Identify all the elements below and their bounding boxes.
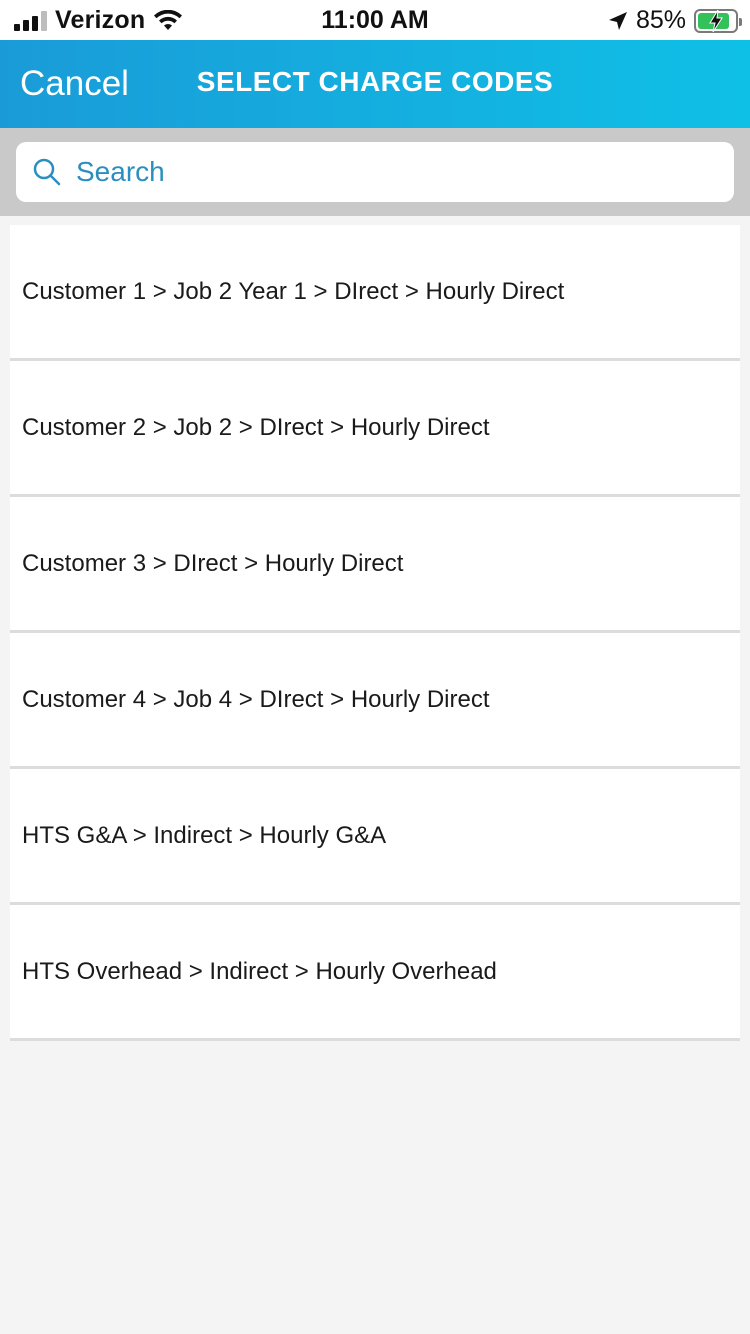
- charge-code-label: Customer 2 > Job 2 > DIrect > Hourly Dir…: [22, 413, 490, 441]
- search-input[interactable]: [76, 156, 696, 188]
- screen: Verizon 11:00 AM 85% Cancel SELECT CHARG…: [0, 0, 750, 1334]
- charge-code-label: HTS G&A > Indirect > Hourly G&A: [22, 821, 387, 849]
- battery-charging-icon: [694, 8, 742, 33]
- list-item[interactable]: Customer 4 > Job 4 > DIrect > Hourly Dir…: [10, 633, 740, 769]
- search-box[interactable]: [16, 142, 734, 202]
- status-bar: Verizon 11:00 AM 85%: [0, 0, 750, 40]
- charge-code-label: HTS Overhead > Indirect > Hourly Overhea…: [22, 957, 497, 985]
- charge-code-label: Customer 4 > Job 4 > DIrect > Hourly Dir…: [22, 685, 490, 713]
- charge-code-list: Customer 1 > Job 2 Year 1 > DIrect > Hou…: [10, 225, 740, 1041]
- list-item[interactable]: HTS Overhead > Indirect > Hourly Overhea…: [10, 905, 740, 1041]
- nav-bar: Cancel SELECT CHARGE CODES: [0, 40, 750, 128]
- list-item[interactable]: Customer 3 > DIrect > Hourly Direct: [10, 497, 740, 633]
- status-right: 85%: [608, 6, 742, 35]
- search-area: [0, 128, 750, 216]
- charging-bolt-icon: [709, 9, 723, 32]
- page-title: SELECT CHARGE CODES: [196, 66, 554, 97]
- location-arrow-icon: [608, 11, 627, 30]
- charge-code-label: Customer 1 > Job 2 Year 1 > DIrect > Hou…: [22, 277, 565, 305]
- search-icon: [33, 158, 61, 186]
- charge-code-label: Customer 3 > DIrect > Hourly Direct: [22, 549, 404, 577]
- list-item[interactable]: Customer 2 > Job 2 > DIrect > Hourly Dir…: [10, 361, 740, 497]
- list-item[interactable]: Customer 1 > Job 2 Year 1 > DIrect > Hou…: [10, 225, 740, 361]
- list-item[interactable]: HTS G&A > Indirect > Hourly G&A: [10, 769, 740, 905]
- battery-percent: 85%: [635, 6, 686, 34]
